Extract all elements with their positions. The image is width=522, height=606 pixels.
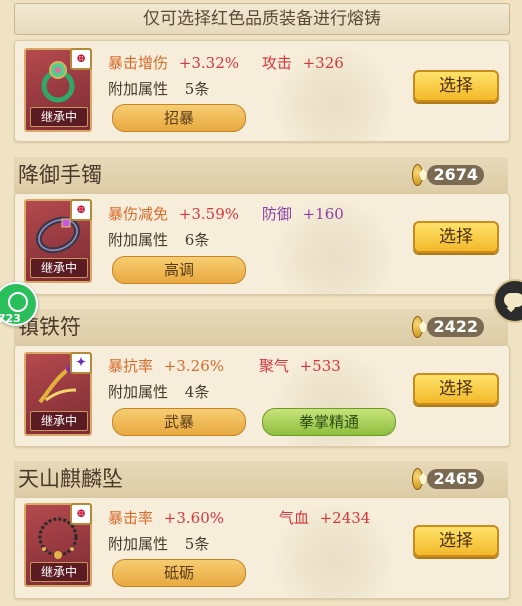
- extra-attr-count: 5条: [184, 535, 210, 553]
- quality-mark-icon: ⊕: [70, 503, 92, 525]
- equipment-slot-1[interactable]: ⊕ 继承中: [24, 199, 92, 283]
- extra-attr-row-1: 附加属性 6条: [108, 229, 209, 250]
- stat1-value: +3.26%: [163, 357, 225, 375]
- extra-attr-label: 附加属性: [108, 383, 169, 401]
- inherit-status-label: 继承中: [30, 107, 88, 127]
- affix-chip-3-0: 砥砺: [112, 559, 246, 587]
- target-icon: [8, 292, 28, 312]
- extra-attr-label: 附加属性: [108, 231, 169, 249]
- stat2-value: +2434: [319, 509, 371, 527]
- extra-attr-row-3: 附加属性 5条: [108, 533, 209, 554]
- equipment-slot-2[interactable]: ✦ 继承中: [24, 352, 92, 436]
- stat2-name: 攻击: [261, 54, 292, 72]
- badge-number: 723: [0, 312, 21, 325]
- stat1-value: +3.32%: [178, 54, 240, 72]
- inherit-status-label: 继承中: [30, 562, 88, 582]
- extra-attr-label: 附加属性: [108, 535, 169, 553]
- extra-attr-row-0: 附加属性 5条: [108, 78, 209, 99]
- stat2-value: +533: [299, 357, 341, 375]
- select-button-3[interactable]: 选择: [413, 525, 499, 557]
- stat2-name: 防御: [261, 205, 292, 223]
- equipment-slot-3[interactable]: ⊕ 继承中: [24, 503, 92, 587]
- power-display-3: 2465: [412, 468, 484, 490]
- affix-chip-0-0: 招暴: [112, 104, 246, 132]
- inherit-status-label: 继承中: [30, 258, 88, 278]
- power-display-1: 2674: [412, 164, 484, 186]
- main-stat-line-2: 暴抗率 +3.26% 聚气 +533: [108, 355, 341, 376]
- affix-chip-2-1: 拳掌精通: [262, 408, 396, 436]
- main-stat-line-0: 暴击增伤 +3.32% 攻击 +326: [108, 52, 344, 73]
- chat-icon: [504, 293, 522, 307]
- affix-chip-1-0: 高调: [112, 256, 246, 284]
- stat1-name: 暴击率: [108, 509, 154, 527]
- affix-chip-2-0: 武暴: [112, 408, 246, 436]
- quality-mark-icon: ✦: [70, 352, 92, 374]
- power-icon: [412, 468, 424, 490]
- stat2-value: +326: [302, 54, 344, 72]
- power-value: 2674: [427, 165, 484, 185]
- fusion-hint-banner: 仅可选择红色品质装备进行熔铸: [14, 3, 510, 35]
- power-display-2: 2422: [412, 316, 484, 338]
- power-icon: [412, 316, 424, 338]
- stat1-name: 暴抗率: [108, 357, 154, 375]
- power-value: 2422: [427, 317, 484, 337]
- stat2-value: +160: [302, 205, 344, 223]
- quality-mark-icon: ⊕: [70, 199, 92, 221]
- extra-attr-count: 4条: [184, 383, 210, 401]
- stat2-name: 聚气: [258, 357, 289, 375]
- stat1-value: +3.60%: [163, 509, 225, 527]
- select-button-0[interactable]: 选择: [413, 70, 499, 102]
- stat1-name: 暴击增伤: [108, 54, 169, 72]
- power-value: 2465: [427, 469, 484, 489]
- extra-attr-label: 附加属性: [108, 80, 169, 98]
- stat2-name: 气血: [278, 509, 309, 527]
- equipment-name-1: 降御手镯: [18, 163, 102, 187]
- power-icon: [412, 164, 424, 186]
- extra-attr-count: 6条: [184, 231, 210, 249]
- extra-attr-row-2: 附加属性 4条: [108, 381, 209, 402]
- equipment-slot-0[interactable]: ⊕ 继承中: [24, 48, 92, 132]
- main-stat-line-1: 暴伤减免 +3.59% 防御 +160: [108, 203, 344, 224]
- main-stat-line-3: 暴击率 +3.60% 气血 +2434: [108, 507, 370, 528]
- equipment-name-3: 天山麒麟坠: [18, 467, 123, 491]
- extra-attr-count: 5条: [184, 80, 210, 98]
- select-button-1[interactable]: 选择: [413, 221, 499, 253]
- select-button-2[interactable]: 选择: [413, 373, 499, 405]
- stat1-value: +3.59%: [178, 205, 240, 223]
- quality-mark-icon: ⊕: [70, 48, 92, 70]
- inherit-status-label: 继承中: [30, 411, 88, 431]
- stat1-name: 暴伤减免: [108, 205, 169, 223]
